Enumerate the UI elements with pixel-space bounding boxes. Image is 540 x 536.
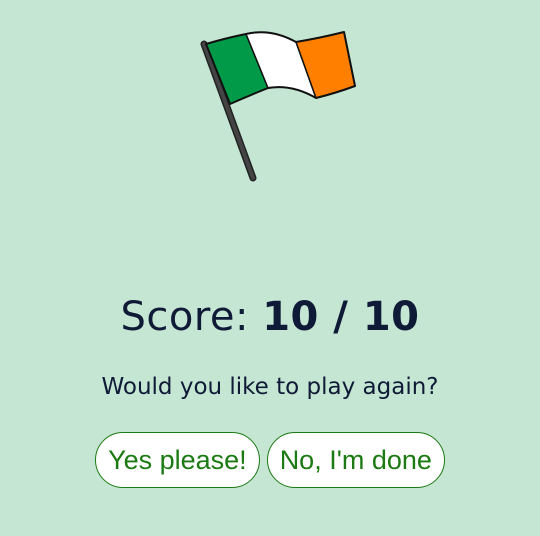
score-label: Score:: [120, 294, 249, 340]
score-value: 10 / 10: [262, 294, 420, 340]
no-button[interactable]: No, I'm done: [266, 432, 445, 488]
score-display: Score: 10 / 10: [0, 294, 540, 340]
button-row: Yes please! No, I'm done: [0, 432, 540, 488]
irish-flag-icon: [196, 26, 364, 188]
play-again-question: Would you like to play again?: [101, 374, 439, 400]
yes-button[interactable]: Yes please!: [95, 432, 260, 488]
